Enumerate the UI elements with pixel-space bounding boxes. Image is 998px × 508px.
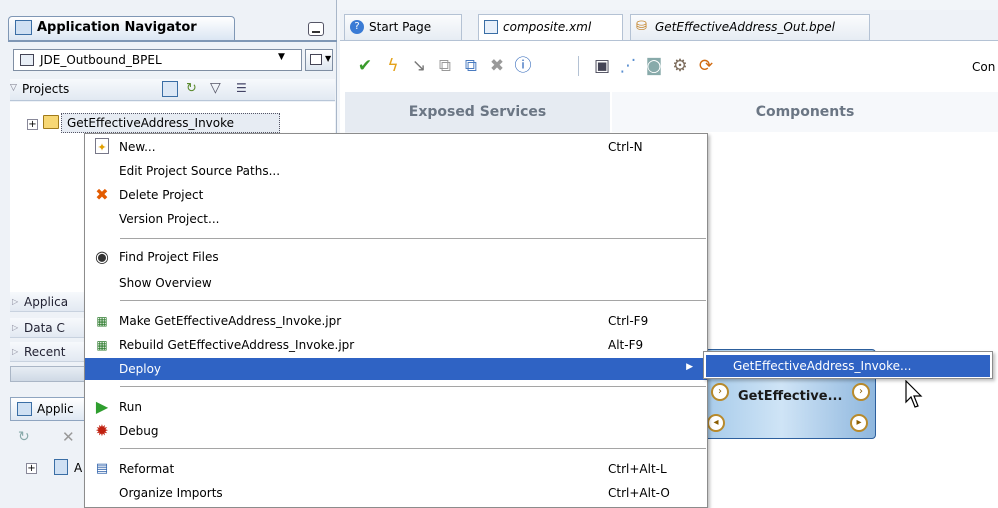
new-icon: ✦ xyxy=(95,138,109,154)
port-right-top-icon[interactable]: › xyxy=(852,383,870,401)
chevron-down-icon: ▼ xyxy=(325,54,332,63)
exposed-services-header: Exposed Services xyxy=(345,92,610,132)
window-icon xyxy=(310,54,322,65)
menu-item-version-project[interactable]: Version Project... xyxy=(85,208,707,230)
menu-item-reformat[interactable]: ▤ Reformat Ctrl+Alt-L xyxy=(85,458,707,480)
binoculars-icon: ◉ xyxy=(95,247,109,266)
submenu-arrow-icon: ▶ xyxy=(686,362,693,372)
projects-label: Projects xyxy=(22,82,70,96)
menu-separator xyxy=(120,300,706,301)
port-left-top-icon[interactable]: › xyxy=(711,383,729,401)
tab-start-page[interactable]: ? Start Page xyxy=(344,14,462,40)
copy-icon[interactable]: ⧉ xyxy=(435,56,455,76)
expand-icon[interactable]: + xyxy=(26,463,37,474)
make-icon: ▦ xyxy=(96,314,108,328)
menu-separator xyxy=(120,238,706,239)
menu-item-debug[interactable]: ✹ Debug xyxy=(85,420,707,442)
run-icon: ▶ xyxy=(95,397,109,416)
application-menu-button[interactable]: ▼ xyxy=(305,49,333,71)
menu-separator xyxy=(120,386,706,387)
menu-item-deploy[interactable]: Deploy ▶ xyxy=(85,358,707,380)
expand-icon: ▷ xyxy=(12,323,19,332)
delete-icon[interactable]: ✖ xyxy=(487,56,507,76)
navigator-icon xyxy=(15,20,32,35)
resource-tree-item[interactable]: A xyxy=(74,461,82,475)
info-icon[interactable]: ⓘ xyxy=(513,56,533,76)
bpel-icon: ⛁ xyxy=(636,19,647,34)
validate-icon[interactable]: ✔ xyxy=(355,56,375,76)
menu-item-delete-project[interactable]: ✖ Delete Project xyxy=(85,184,707,206)
debug-icon: ✹ xyxy=(95,421,109,440)
rebuild-icon: ▦ xyxy=(96,338,108,352)
menu-item-edit-source-paths[interactable]: Edit Project Source Paths... xyxy=(85,160,707,182)
menu-item-run[interactable]: ▶ Run xyxy=(85,396,707,418)
tree-item-project[interactable]: GetEffectiveAddress_Invoke xyxy=(61,113,280,133)
project-folder-icon xyxy=(43,115,59,129)
refresh-icon[interactable]: ↻ xyxy=(18,429,30,445)
resource-icon xyxy=(54,459,68,475)
sort-icon[interactable]: ☰ xyxy=(236,81,247,95)
component-title: GetEffective... xyxy=(738,389,843,404)
mouse-cursor-icon xyxy=(905,380,923,408)
reformat-icon: ▤ xyxy=(95,461,109,476)
layout-icon[interactable]: ⋰ xyxy=(618,56,638,76)
tab-bpel[interactable]: ⛁ GetEffectiveAddress_Out.bpel xyxy=(630,14,870,40)
help-icon: ? xyxy=(350,20,364,34)
toolbar-overflow-label[interactable]: Con xyxy=(972,60,995,74)
refresh-icon[interactable]: ↻ xyxy=(186,81,202,97)
resources-icon xyxy=(17,402,32,416)
settings-icon[interactable]: ⚙ xyxy=(670,56,690,76)
expand-icon: ▷ xyxy=(12,297,19,306)
menu-item-show-overview[interactable]: Show Overview xyxy=(85,272,707,294)
navigator-tab[interactable]: Application Navigator xyxy=(8,16,235,40)
paste-icon[interactable]: ⧉ xyxy=(461,56,481,76)
submenu-item-deploy-profile[interactable]: GetEffectiveAddress_Invoke... xyxy=(706,355,990,377)
filter-icon[interactable]: ▽ xyxy=(210,80,221,96)
lightning-icon[interactable]: ϟ xyxy=(383,56,403,76)
chevron-down-icon[interactable]: ▼ xyxy=(278,52,285,62)
delete-icon[interactable]: ✕ xyxy=(62,428,75,446)
port-right-bottom-icon[interactable]: ▸ xyxy=(850,414,868,432)
sync-icon[interactable]: ⟳ xyxy=(696,56,716,76)
expand-icon[interactable]: + xyxy=(27,119,38,130)
menu-item-make[interactable]: ▦ Make GetEffectiveAddress_Invoke.jpr Ct… xyxy=(85,310,707,332)
navigator-title: Application Navigator xyxy=(37,20,197,35)
components-header: Components xyxy=(612,92,998,132)
expand-icon: ▷ xyxy=(12,347,19,356)
tab-composite-xml[interactable]: composite.xml xyxy=(478,14,623,40)
test-icon[interactable]: ◙ xyxy=(644,56,664,76)
toolbar-separator xyxy=(578,56,579,76)
menu-item-new[interactable]: ✦ New... Ctrl-N xyxy=(85,136,707,158)
find-icon[interactable] xyxy=(162,81,178,97)
minimize-icon[interactable] xyxy=(308,22,324,36)
menu-separator xyxy=(120,448,706,449)
menu-item-organize-imports[interactable]: Organize Imports Ctrl+Alt-O xyxy=(85,482,707,504)
application-icon xyxy=(20,54,34,66)
application-selector[interactable]: JDE_Outbound_BPEL xyxy=(13,49,302,71)
delete-icon: ✖ xyxy=(95,185,109,204)
wire-icon[interactable]: ↘ xyxy=(409,56,429,76)
menu-item-find-project-files[interactable]: ◉ Find Project Files xyxy=(85,246,707,268)
tab-strip-divider xyxy=(8,40,337,42)
port-left-bottom-icon[interactable]: ◂ xyxy=(707,414,725,432)
menu-item-rebuild[interactable]: ▦ Rebuild GetEffectiveAddress_Invoke.jpr… xyxy=(85,334,707,356)
application-name: JDE_Outbound_BPEL xyxy=(40,53,162,67)
composite-icon xyxy=(484,20,498,34)
collapse-icon[interactable]: ▽ xyxy=(10,83,17,93)
deploy-icon[interactable]: ▣ xyxy=(592,56,612,76)
